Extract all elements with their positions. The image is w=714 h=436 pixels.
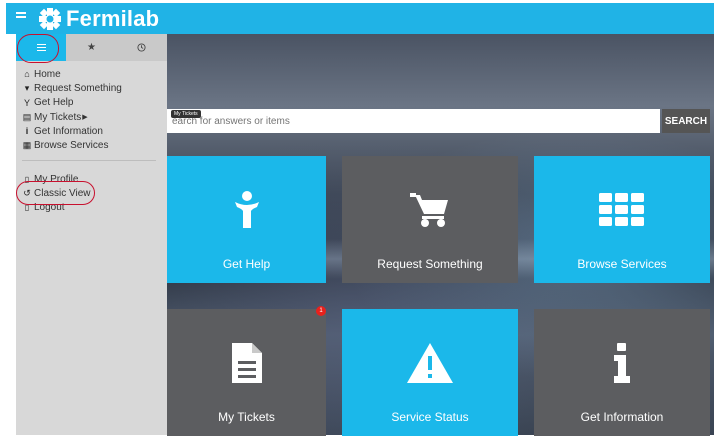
document-icon: ▤	[22, 111, 32, 122]
tooltip: My Tickets	[171, 110, 201, 118]
sidebar-item-label: Browse Services	[34, 140, 109, 152]
sidebar-item-get-help[interactable]: Y Get Help	[22, 96, 122, 110]
search-button[interactable]: SEARCH	[662, 109, 710, 133]
tile-label: Browse Services	[577, 257, 667, 271]
tile-browse-services[interactable]: Browse Services	[534, 156, 710, 283]
logo-text: Fermilab	[66, 6, 160, 31]
top-bar: Fermilab	[6, 3, 714, 34]
tile-get-help[interactable]: Get Help	[167, 156, 326, 283]
sidebar-item-label: Get Help	[34, 97, 74, 109]
sidebar-item-browse-services[interactable]: ▦ Browse Services	[22, 138, 122, 152]
sidebar-item-label: Home	[34, 68, 61, 80]
grid-icon: ▦	[22, 140, 32, 151]
tile-my-tickets[interactable]: My Tickets	[167, 309, 326, 436]
info-icon	[613, 339, 631, 387]
person-icon: Y	[23, 97, 30, 108]
sidebar-item-my-tickets[interactable]: ▤ My Tickets ▶	[22, 110, 122, 124]
chevron-right-icon: ▶	[82, 114, 88, 122]
cart-icon: ▾	[24, 82, 30, 93]
warning-icon	[407, 339, 453, 387]
menu-icon[interactable]	[16, 12, 26, 22]
grid-icon	[599, 186, 645, 234]
annotation-circle	[17, 34, 59, 63]
tile-get-information[interactable]: Get Information	[534, 309, 710, 436]
logo[interactable]: Fermilab	[38, 6, 159, 32]
divider	[22, 160, 156, 161]
sidebar-item-get-information[interactable]: i Get Information	[22, 124, 122, 138]
sidebar-item-request-something[interactable]: ▾ Request Something	[22, 81, 122, 95]
tile-request-something[interactable]: Request Something	[342, 156, 518, 283]
annotation-circle	[16, 181, 95, 205]
tile-label: My Tickets	[218, 410, 275, 424]
home-icon: ⌂	[24, 69, 30, 80]
tab-history[interactable]	[117, 34, 167, 61]
info-icon: i	[25, 126, 29, 137]
cart-icon	[410, 186, 450, 234]
notification-badge: 1	[316, 306, 326, 316]
tile-label: Get Information	[580, 410, 664, 424]
fermilab-logo-icon	[39, 8, 61, 30]
tile-label: Get Help	[222, 257, 271, 271]
sidebar: ★ ⌂ Home ▾ Request Something Y Get Help …	[16, 34, 167, 435]
sidebar-item-label: Get Information	[34, 125, 103, 137]
sidebar-item-home[interactable]: ⌂ Home	[22, 67, 122, 81]
tile-label: Request Something	[377, 257, 483, 271]
tile-service-status[interactable]: Service Status	[342, 309, 518, 436]
sidebar-item-label: Request Something	[34, 82, 122, 94]
search-bar[interactable]	[166, 109, 660, 133]
document-icon	[231, 339, 262, 387]
sidebar-item-label: My Tickets	[34, 111, 82, 123]
tile-label: Service Status	[391, 410, 469, 424]
sidebar-nav: ⌂ Home ▾ Request Something Y Get Help ▤ …	[22, 67, 122, 153]
search-input[interactable]	[166, 109, 660, 133]
tab-favorites[interactable]: ★	[66, 34, 116, 61]
star-icon: ★	[87, 42, 96, 53]
clock-icon	[137, 43, 146, 52]
person-icon	[232, 186, 262, 234]
